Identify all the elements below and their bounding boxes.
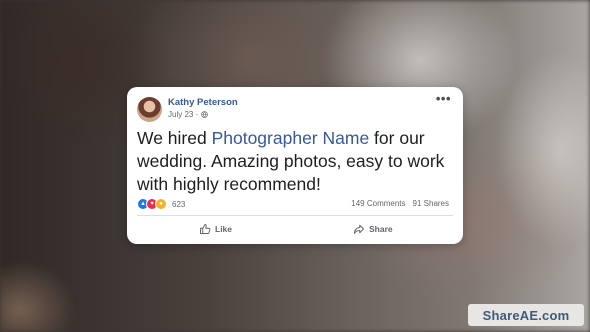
watermark-logo: ShareAE.com (468, 304, 584, 326)
photographer-tag-link[interactable]: Photographer Name (212, 128, 370, 148)
avatar[interactable] (137, 97, 162, 122)
more-options-icon[interactable]: ••• (436, 92, 451, 105)
reaction-icons: ▲ ♥ ● (137, 198, 167, 210)
post-body-text: We hired Photographer Name for our weddi… (137, 127, 457, 196)
wow-reaction-icon: ● (155, 198, 167, 210)
shares-count[interactable]: 91 Shares (413, 199, 449, 208)
post-date[interactable]: July 23 · (168, 110, 198, 119)
share-icon (354, 224, 364, 234)
like-button[interactable]: Like (199, 223, 232, 235)
engagement-counts: 149 Comments 91 Shares (351, 199, 449, 208)
comments-count[interactable]: 149 Comments (351, 199, 405, 208)
reaction-count: 623 (172, 199, 186, 209)
post-meta: July 23 · (168, 110, 209, 119)
share-button-label: Share (369, 224, 393, 234)
post-author-name[interactable]: Kathy Peterson (168, 97, 238, 108)
post-text-before: We hired (137, 128, 212, 148)
globe-icon (201, 111, 209, 118)
like-button-label: Like (215, 224, 233, 234)
share-button[interactable]: Share (353, 223, 393, 235)
divider (137, 215, 453, 216)
reactions-summary[interactable]: ▲ ♥ ● 623 (137, 198, 185, 210)
like-icon (200, 224, 211, 234)
social-post-card: Kathy Peterson July 23 · ••• We hired Ph… (127, 87, 463, 244)
